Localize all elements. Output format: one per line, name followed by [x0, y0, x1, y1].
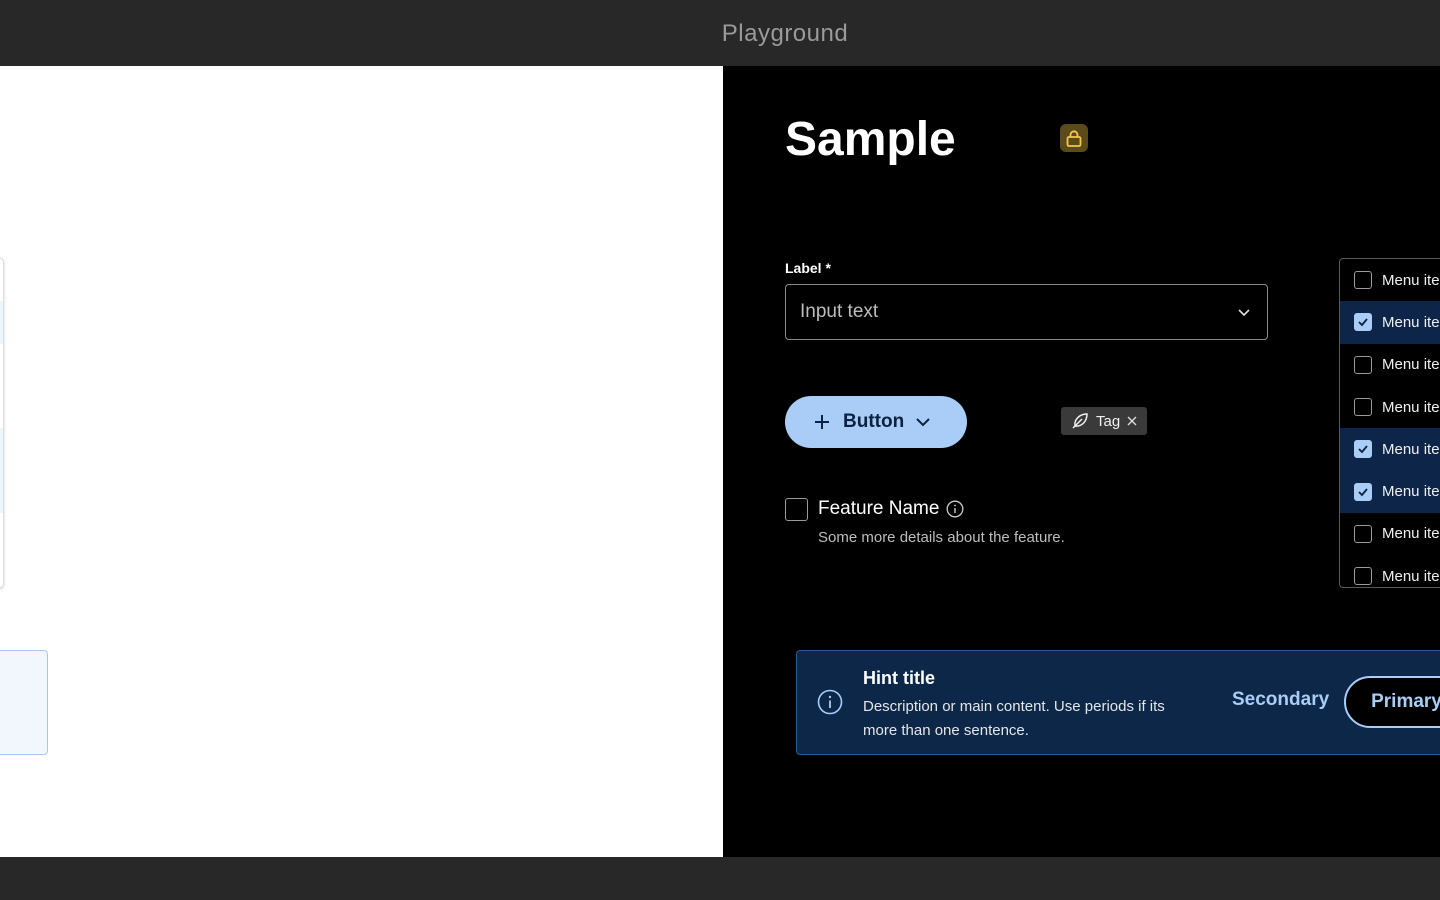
hint-banner: Hint title Description or main content. … — [0, 650, 48, 755]
menu-item[interactable]: Menu item — [1340, 344, 1440, 386]
secondary-button[interactable]: Secondary — [1232, 689, 1329, 711]
primary-outline-button[interactable]: Primary — [1344, 676, 1440, 728]
window-titlebar: Playground — [0, 0, 1440, 66]
check-icon — [1358, 318, 1368, 327]
feather-icon — [1072, 413, 1088, 429]
check-icon — [1358, 488, 1368, 496]
menu-item-label: Menu item — [1382, 440, 1440, 458]
menu-item[interactable]: Menu item — [0, 470, 3, 513]
primary-button[interactable]: Button — [785, 396, 967, 448]
menu-item[interactable]: Menu item — [0, 301, 3, 344]
menu-checkbox[interactable] — [1354, 271, 1372, 290]
menu-item[interactable]: Menu item — [1340, 428, 1440, 471]
dark-theme-panel: Sample Label * Input text Button Tag Fea… — [723, 66, 1440, 857]
menu-checkbox[interactable] — [1354, 440, 1372, 459]
plus-icon — [815, 415, 829, 429]
preview-canvas: Sample Label * Input text Button Tag Fea… — [0, 66, 1440, 857]
field-label: Label * — [785, 260, 831, 276]
menu-item[interactable]: Menu item — [1340, 386, 1440, 428]
menu-item[interactable]: Menu item — [0, 513, 3, 555]
chevron-down-icon — [1238, 309, 1250, 317]
lock-icon — [1060, 124, 1088, 152]
menu-item-label: Menu item — [1382, 525, 1440, 543]
hint-banner: Hint title Description or main content. … — [796, 650, 1440, 755]
menu-checkbox[interactable] — [1354, 524, 1372, 543]
hint-description: Description or main content. Use periods… — [863, 698, 1165, 739]
menu-item[interactable]: Menu item — [1340, 301, 1440, 344]
feature-description: Some more details about the feature. — [818, 529, 1065, 546]
menu-item-label: Menu item — [1382, 398, 1440, 416]
menu-item-label: Menu item — [1382, 483, 1440, 501]
window-bottombar — [0, 857, 1440, 900]
tag-label: Tag — [1096, 412, 1121, 430]
menu-item[interactable]: Menu item — [1340, 470, 1440, 513]
menu-item-label: Menu item — [1382, 313, 1440, 331]
sample-content-dark: Sample Label * Input text Button Tag Fea… — [785, 66, 1440, 857]
menu-list: Menu item Menu item Menu item Menu item … — [0, 258, 4, 588]
menu-item[interactable]: Menu item — [0, 259, 3, 301]
menu-list: Menu item Menu item Menu item Menu item … — [1339, 258, 1440, 588]
menu-item[interactable]: Menu item — [0, 344, 3, 386]
menu-checkbox[interactable] — [1354, 482, 1372, 501]
menu-item[interactable]: Menu item — [1340, 513, 1440, 555]
button-label: Button — [843, 411, 905, 432]
hint-title: Hint title — [863, 668, 935, 688]
menu-checkbox[interactable] — [1354, 313, 1372, 332]
feature-name: Feature Name — [818, 498, 940, 519]
menu-item-label: Menu item — [1382, 271, 1440, 289]
menu-item[interactable]: Menu item — [1340, 555, 1440, 587]
tag-chip[interactable]: Tag — [1061, 407, 1148, 435]
menu-checkbox[interactable] — [1354, 398, 1372, 417]
light-theme-panel: Sample Label * Input text Button Tag — [0, 66, 723, 857]
info-icon[interactable] — [946, 500, 964, 518]
menu-item[interactable]: Menu item — [0, 386, 3, 428]
close-icon[interactable] — [1127, 416, 1137, 426]
info-icon — [817, 689, 843, 715]
menu-checkbox[interactable] — [1354, 567, 1372, 586]
menu-item-label: Menu item — [1382, 567, 1440, 585]
input-select[interactable]: Input text — [785, 284, 1268, 340]
playground-app: Playground Sample Label * Input text But… — [0, 0, 1440, 900]
chevron-down-icon — [916, 418, 930, 427]
menu-checkbox[interactable] — [1354, 355, 1372, 374]
window-title: Playground — [721, 20, 849, 47]
check-icon — [1358, 445, 1368, 454]
menu-item[interactable]: Menu item — [0, 555, 3, 587]
feature-checkbox[interactable] — [785, 498, 808, 521]
menu-item-label: Menu item — [1382, 356, 1440, 374]
menu-item[interactable]: Menu item — [1340, 259, 1440, 301]
select-value: Input text — [800, 301, 879, 322]
menu-item[interactable]: Menu item — [0, 428, 3, 471]
sample-content-light: Sample Label * Input text Button Tag — [0, 66, 723, 857]
sample-title: Sample — [785, 113, 956, 166]
